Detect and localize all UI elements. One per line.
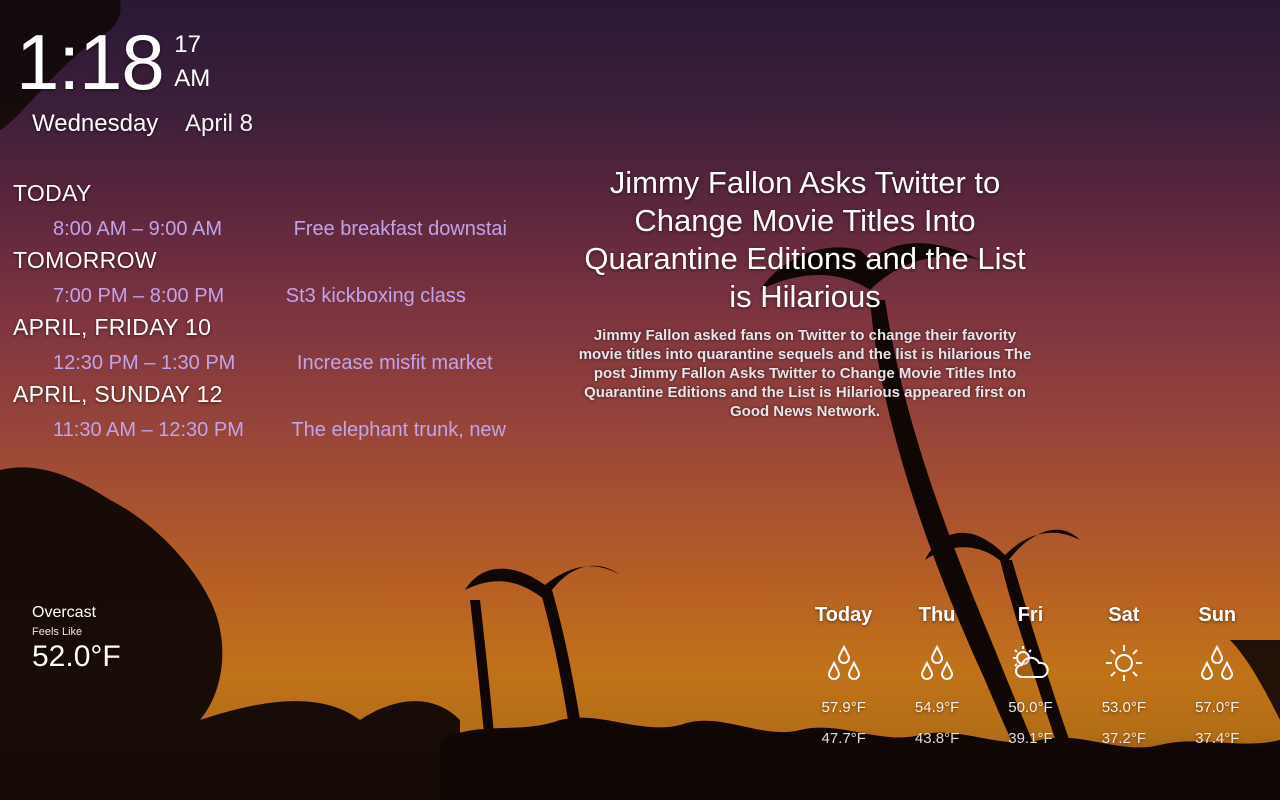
- forecast-high: 57.9°F: [821, 699, 866, 716]
- news-headline[interactable]: Jimmy Fallon Asks Twitter to Change Movi…: [575, 164, 1035, 316]
- partly-cloudy-icon: [984, 641, 1077, 685]
- calendar-group-header: APRIL, SUNDAY 12: [13, 381, 223, 407]
- event-title: St3 kickboxing class: [285, 285, 466, 307]
- calendar-group: APRIL, FRIDAY 10 12:30 PM – 1:30 PM Incr…: [13, 312, 507, 379]
- clock-ampm: AM: [174, 65, 211, 92]
- event-title: Free breakfast downstairs: [293, 218, 507, 240]
- calendar-group-header: TOMORROW: [13, 247, 157, 273]
- rain-drops-icon: [797, 641, 890, 685]
- forecast-day-label: Thu: [918, 604, 956, 626]
- clock: 1:18 17 AM: [16, 22, 210, 102]
- calendar-group-header: TODAY: [13, 180, 92, 206]
- date-line: Wednesday April 8: [32, 110, 253, 138]
- news-summary: Jimmy Fallon asked fans on Twitter to ch…: [578, 327, 1032, 420]
- forecast-day: Thu 54.9°F 43.8°F: [890, 604, 983, 747]
- forecast-day: Sun 57.0°F 37.4°F: [1171, 604, 1264, 747]
- calendar-event[interactable]: 7:00 PM – 8:00 PM St3 kickboxing class: [13, 281, 507, 312]
- news-widget: Jimmy Fallon Asks Twitter to Change Movi…: [575, 164, 1035, 421]
- event-time: 12:30 PM – 1:30 PM: [53, 352, 236, 374]
- calendar-group: TOMORROW 7:00 PM – 8:00 PM St3 kickboxin…: [13, 245, 507, 312]
- forecast-low: 43.8°F: [914, 730, 960, 747]
- clock-side: 17 AM: [174, 28, 210, 96]
- event-title: The elephant trunk, new: [291, 419, 507, 441]
- forecast-day-label: Today: [814, 604, 873, 626]
- forecast-high: 53.0°F: [1101, 699, 1147, 716]
- calendar-event[interactable]: 8:00 AM – 9:00 AM Free breakfast downsta…: [13, 214, 507, 245]
- forecast-day-label: Fri: [1017, 604, 1044, 626]
- forecast-low: 47.7°F: [821, 730, 866, 747]
- calendar-widget: TODAY 8:00 AM – 9:00 AM Free breakfast d…: [13, 178, 507, 446]
- event-time: 11:30 AM – 12:30 PM: [53, 419, 244, 441]
- sun-icon: [1077, 641, 1170, 685]
- date-month-day: April 8: [184, 110, 254, 137]
- rain-drops-icon: [1171, 641, 1264, 685]
- forecast-day-label: Sat: [1108, 604, 1140, 626]
- forecast-low: 39.1°F: [1008, 730, 1053, 747]
- clock-time: 1:18: [16, 18, 165, 106]
- forecast-high: 50.0°F: [1008, 699, 1053, 716]
- forecast-day: Today 57.9°F 47.7°F: [797, 604, 890, 747]
- weather-forecast: Today 57.9°F 47.7°F Thu 54.9°F 43.8°F Fr…: [797, 604, 1264, 747]
- weather-condition: Overcast: [32, 604, 97, 621]
- event-time: 7:00 PM – 8:00 PM: [53, 285, 225, 307]
- event-title: Increase misfit market: [296, 352, 493, 374]
- calendar-group-header: APRIL, FRIDAY 10: [13, 314, 212, 340]
- calendar-event[interactable]: 12:30 PM – 1:30 PM Increase misfit marke…: [13, 348, 507, 379]
- forecast-high: 57.0°F: [1195, 699, 1240, 716]
- forecast-day-label: Sun: [1198, 604, 1237, 626]
- forecast-low: 37.4°F: [1195, 730, 1240, 747]
- feels-like-label: Feels Like: [32, 626, 83, 638]
- current-weather: Overcast Feels Like 52.0°F: [32, 604, 121, 674]
- clock-seconds: 17: [174, 31, 201, 58]
- forecast-day: Sat 53.0°F 37.2°F: [1077, 604, 1170, 747]
- calendar-group: TODAY 8:00 AM – 9:00 AM Free breakfast d…: [13, 178, 507, 245]
- forecast-day: Fri 50.0°F 39.1°F: [984, 604, 1077, 747]
- date-weekday: Wednesday: [32, 110, 159, 137]
- forecast-high: 54.9°F: [914, 699, 960, 716]
- calendar-event[interactable]: 11:30 AM – 12:30 PM The elephant trunk, …: [13, 415, 507, 446]
- current-temperature: 52.0°F: [32, 640, 121, 673]
- forecast-low: 37.2°F: [1101, 730, 1147, 747]
- calendar-group: APRIL, SUNDAY 12 11:30 AM – 12:30 PM The…: [13, 379, 507, 446]
- rain-drops-icon: [890, 641, 983, 685]
- event-time: 8:00 AM – 9:00 AM: [53, 218, 222, 240]
